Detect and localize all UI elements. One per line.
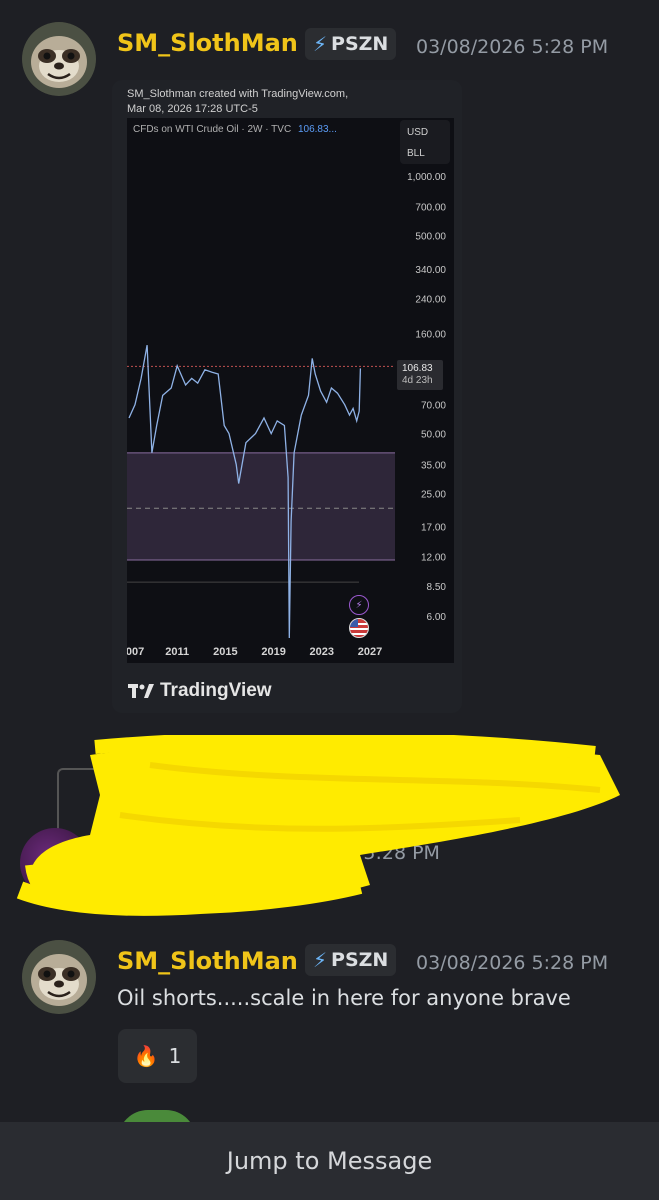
reaction-fire[interactable]: 🔥 1	[118, 1029, 197, 1083]
price-chart: 1,000.00 700.00 500.00 340.00 240.00 160.00 70…	[127, 172, 447, 658]
x-tick-label: 007	[127, 646, 144, 658]
embed-header-line2: Mar 08, 2026 17:28 UTC-5	[127, 103, 258, 115]
timestamp: 03/08/2026 5:28 PM	[416, 952, 609, 974]
avatar[interactable]	[22, 940, 96, 1014]
message-text: Oil shorts.....scale in here for anyone …	[117, 986, 571, 1010]
lightning-icon: ⚡	[313, 32, 328, 56]
currency-box[interactable]: USD BLL	[400, 120, 450, 164]
jump-to-message-button[interactable]: Jump to Message	[0, 1122, 659, 1200]
y-tick-label: 12.00	[421, 552, 446, 563]
tradingview-icon	[128, 684, 154, 698]
price-tag-countdown: 4d 23h	[402, 375, 433, 386]
flash-event-icon[interactable]: ⚡	[349, 595, 369, 615]
shaded-zone	[127, 452, 395, 561]
price-tag-value: 106.83	[402, 363, 433, 374]
badge-label: PSZN	[331, 949, 389, 971]
x-tick-label: 2023	[310, 646, 334, 658]
symbol-label: CFDs on WTI Crude Oil · 2W · TVC	[133, 124, 292, 135]
timestamp: 03/08/2026 5:28 PM	[416, 36, 609, 58]
y-tick-label: 50.00	[421, 430, 446, 441]
us-flag-icon[interactable]	[349, 618, 369, 638]
y-tick-label: 500.00	[415, 232, 446, 243]
y-tick-label: 6.00	[427, 612, 447, 623]
role-badge[interactable]: ⚡ PSZN	[305, 944, 397, 976]
unit-label: BLL	[407, 148, 425, 159]
chart-image[interactable]: 1,000.00 700.00 500.00 340.00 240.00 160.00 70…	[127, 118, 454, 663]
username[interactable]: SM_SlothMan	[117, 947, 298, 975]
username[interactable]: SM_SlothMan	[117, 29, 298, 57]
reaction-count: 1	[168, 1044, 182, 1068]
y-tick-label: 17.00	[421, 522, 446, 533]
fire-icon: 🔥	[133, 1044, 159, 1068]
symbol-price: 106.83...	[297, 124, 337, 135]
y-tick-label: 160.00	[415, 330, 446, 341]
y-tick-label: 8.50	[427, 582, 447, 593]
y-tick-label: 340.00	[415, 265, 446, 276]
x-tick-label: 2011	[165, 646, 189, 658]
lightning-icon: ⚡	[313, 948, 328, 972]
redaction-scribble	[16, 735, 621, 916]
y-tick-label: 25.00	[421, 489, 446, 500]
y-tick-label: 35.00	[421, 460, 446, 471]
tradingview-logo: TradingView	[128, 680, 272, 702]
chart-legend: CFDs on WTI Crude Oil · 2W · TVC 106.83.…	[127, 118, 403, 146]
embed-header-line1: SM_Slothman created with TradingView.com…	[127, 88, 349, 100]
currency-label: USD	[407, 127, 429, 138]
embed-header: SM_Slothman created with TradingView.com…	[127, 87, 348, 117]
badge-label: PSZN	[331, 33, 389, 55]
y-tick-label: 240.00	[415, 295, 446, 306]
role-badge[interactable]: ⚡ PSZN	[305, 28, 397, 60]
price-tag: 106.83 4d 23h	[397, 360, 443, 390]
avatar[interactable]	[22, 22, 96, 96]
y-tick-label: 700.00	[415, 203, 446, 214]
x-tick-label: 2027	[358, 646, 382, 658]
y-tick-label: 1,000.00	[407, 172, 446, 183]
y-tick-label: 70.00	[421, 401, 446, 412]
x-tick-label: 2015	[213, 646, 237, 658]
jump-label: Jump to Message	[226, 1147, 433, 1175]
tradingview-brand: TradingView	[160, 680, 272, 701]
x-tick-label: 2019	[261, 646, 285, 658]
